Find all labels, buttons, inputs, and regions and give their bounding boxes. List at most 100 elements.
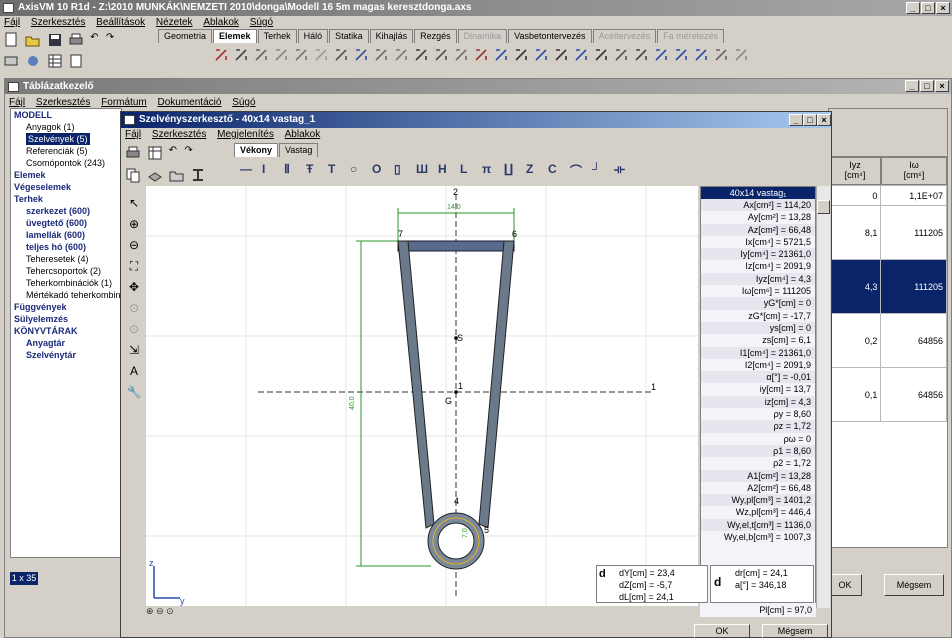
tree-item[interactable]: Szelvények (5) xyxy=(14,133,121,145)
main-tab-1[interactable]: Elemek xyxy=(213,29,257,43)
table-row[interactable]: 0,1 64856 xyxy=(828,367,947,422)
table-cancel-button[interactable]: Mégsem xyxy=(884,574,944,596)
view-icon[interactable] xyxy=(712,46,728,62)
i-profile-icon[interactable] xyxy=(189,166,205,182)
library-icon[interactable] xyxy=(146,166,162,182)
box-shape-icon[interactable]: ▯ xyxy=(394,162,410,178)
shell-icon[interactable] xyxy=(312,46,328,62)
tree-item[interactable]: KÖNYVTÁRAK xyxy=(14,325,121,337)
circle-shape-icon[interactable]: ○ xyxy=(350,162,366,178)
editor-close-button[interactable]: × xyxy=(817,114,831,126)
table-row[interactable]: 0,2 64856 xyxy=(828,313,947,368)
axis-z-icon[interactable] xyxy=(692,46,708,62)
main-tab-6[interactable]: Rezgés xyxy=(414,29,457,43)
editor-ok-button[interactable]: OK xyxy=(694,624,750,638)
table-menu-help[interactable]: Súgó xyxy=(232,97,255,108)
ref-angle-icon[interactable] xyxy=(592,46,608,62)
plate-icon[interactable] xyxy=(272,46,288,62)
tree-item[interactable]: üvegtető (600) xyxy=(14,217,121,229)
rigid-icon[interactable] xyxy=(412,46,428,62)
tree-item[interactable]: lamellák (600) xyxy=(14,229,121,241)
layers-icon[interactable] xyxy=(2,52,18,68)
settings-wrench-icon[interactable]: 🔧 xyxy=(125,382,143,400)
tree-item[interactable]: Sülyelemzés xyxy=(14,313,121,325)
i-shape-icon[interactable]: I xyxy=(262,162,278,178)
main-tab-8[interactable]: Vasbetontervezés xyxy=(508,29,592,43)
tree-item[interactable]: Anyagok (1) xyxy=(14,121,121,133)
h-shape-icon[interactable]: H xyxy=(438,162,454,178)
tree-item[interactable]: Anyagtár xyxy=(14,337,121,349)
t-shape-icon[interactable]: T xyxy=(328,162,344,178)
table-ok-button[interactable]: OK xyxy=(828,574,862,596)
table-icon[interactable] xyxy=(46,52,62,68)
tab-thin[interactable]: Vékony xyxy=(234,143,279,157)
spring-icon[interactable] xyxy=(372,46,388,62)
tree-item[interactable]: Szelvénytár xyxy=(14,349,121,361)
tree-item[interactable]: teljes hó (600) xyxy=(14,241,121,253)
menu-help[interactable]: Súgó xyxy=(250,17,273,28)
table-menu-format[interactable]: Formátum xyxy=(101,97,147,108)
table-close-button[interactable]: × xyxy=(935,80,949,92)
link-icon[interactable] xyxy=(432,46,448,62)
main-tab-0[interactable]: Geometria xyxy=(158,29,213,43)
diaphragm-icon[interactable] xyxy=(452,46,468,62)
tree-item[interactable]: szerkezet (600) xyxy=(14,205,121,217)
l-shape-icon[interactable]: L xyxy=(460,162,476,178)
editor-menu-edit[interactable]: Szerkesztés xyxy=(152,129,206,140)
ref-point-icon[interactable] xyxy=(512,46,528,62)
editor-menu-display[interactable]: Megjelenítés xyxy=(217,129,274,140)
welded-i-shape-icon[interactable]: Ŧ xyxy=(306,162,322,178)
rib-icon[interactable] xyxy=(252,46,268,62)
split-icon[interactable]: ⟛ xyxy=(614,162,630,178)
open-folder-icon[interactable] xyxy=(24,31,40,47)
dimension-icon[interactable]: ⇲ xyxy=(125,340,143,358)
tree-item[interactable]: Végeselemek xyxy=(14,181,121,193)
editor-menu-windows[interactable]: Ablakok xyxy=(285,129,321,140)
zoom-small-out-icon[interactable]: ⊖ xyxy=(156,606,164,616)
tab-thick[interactable]: Vastag xyxy=(279,143,319,157)
building-icon[interactable] xyxy=(732,46,748,62)
new-file-icon[interactable] xyxy=(2,31,18,47)
print-icon[interactable] xyxy=(67,31,83,47)
tree-item[interactable]: Csomópontok (243) xyxy=(14,157,121,169)
close-button[interactable]: × xyxy=(936,2,950,14)
axis-y-icon[interactable] xyxy=(672,46,688,62)
c-shape-icon[interactable]: C xyxy=(548,162,564,178)
menu-file[interactable]: Fájl xyxy=(4,17,20,28)
undo-icon[interactable]: ↶ xyxy=(89,31,99,47)
surface-icon[interactable] xyxy=(332,46,348,62)
main-tab-4[interactable]: Statika xyxy=(329,29,369,43)
editor-print-icon[interactable] xyxy=(124,144,140,160)
editor-undo-icon[interactable]: ↶ xyxy=(168,144,178,160)
tree-item[interactable]: Mértékadó teherkombin xyxy=(14,289,121,301)
report-icon[interactable] xyxy=(67,52,83,68)
line-icon[interactable] xyxy=(212,46,228,62)
table-maximize-button[interactable]: □ xyxy=(920,80,934,92)
editor-cancel-button[interactable]: Mégsem xyxy=(762,624,828,638)
tree-item[interactable]: Teheresetek (4) xyxy=(14,253,121,265)
save-icon[interactable] xyxy=(46,31,62,47)
ref-axis-icon[interactable] xyxy=(552,46,568,62)
tree-item[interactable]: Teherkombinációk (1) xyxy=(14,277,121,289)
text-icon[interactable]: A xyxy=(125,361,143,379)
editor-minimize-button[interactable]: _ xyxy=(789,114,803,126)
line-shape-icon[interactable]: — xyxy=(240,162,256,178)
tree-item[interactable]: Tehercsoportok (2) xyxy=(14,265,121,277)
copy-icon[interactable] xyxy=(124,166,140,183)
table-row[interactable]: 8,1 111205 xyxy=(828,205,947,260)
tree-item[interactable]: Függvények xyxy=(14,301,121,313)
membrane-icon[interactable] xyxy=(292,46,308,62)
table-menu-documentation[interactable]: Dokumentáció xyxy=(158,97,222,108)
tree-item[interactable]: MODELL xyxy=(14,109,121,121)
table-row[interactable]: 4,3 111205 xyxy=(828,259,947,314)
editor-menu-file[interactable]: Fájl xyxy=(125,129,141,140)
minimize-button[interactable]: _ xyxy=(906,2,920,14)
main-tab-5[interactable]: Kihajlás xyxy=(369,29,414,43)
display-icon[interactable] xyxy=(24,52,40,68)
main-tab-3[interactable]: Háló xyxy=(297,29,329,43)
editor-table-icon[interactable] xyxy=(146,144,162,160)
beam-icon[interactable] xyxy=(232,46,248,62)
section-name[interactable]: 40x14 vastag₁ xyxy=(701,187,815,199)
label-icon[interactable] xyxy=(612,46,628,62)
table-row[interactable]: 0 1,1E+07 xyxy=(828,185,947,206)
